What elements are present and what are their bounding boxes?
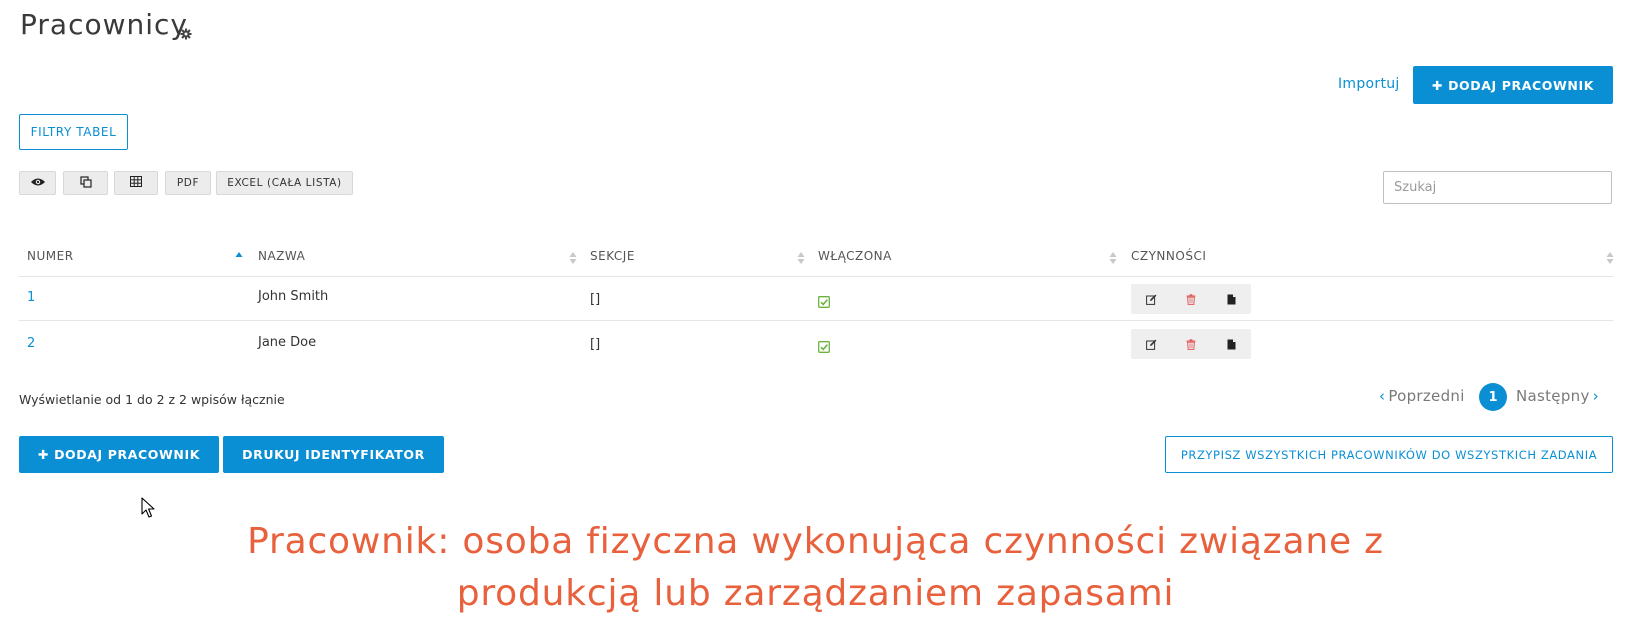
edit-icon (1145, 290, 1157, 309)
delete-button[interactable] (1171, 329, 1211, 359)
sort-icon[interactable] (569, 250, 577, 264)
chevron-right-icon: › (1592, 387, 1599, 405)
table-filters-button[interactable]: FILTRY TABEL (19, 114, 128, 150)
document-icon (1227, 335, 1236, 354)
employee-name: John Smith (258, 289, 329, 304)
search-input[interactable] (1383, 171, 1612, 204)
employee-number-link[interactable]: 1 (27, 290, 35, 305)
employee-sections: [] (590, 337, 601, 352)
chevron-left-icon: ‹ (1379, 387, 1386, 405)
pagination-page-current[interactable]: 1 (1479, 383, 1507, 411)
pagination-next-label: Następny (1516, 387, 1590, 405)
add-employee-button[interactable]: ✚ DODAJ PRACOWNIK (1413, 66, 1613, 104)
employee-number-link[interactable]: 2 (27, 336, 35, 351)
pagination-previous-label: Poprzedni (1388, 387, 1465, 405)
sort-asc-icon[interactable] (235, 250, 243, 264)
eye-icon (30, 177, 46, 190)
print-id-button[interactable]: DRUKUJ IDENTYFIKATOR (223, 436, 444, 473)
gear-icon[interactable] (180, 25, 192, 40)
column-header-number[interactable]: NUMER (27, 249, 74, 263)
column-header-enabled[interactable]: WŁĄCZONA (818, 249, 892, 263)
caption-line-2: produkcją lub zarządzaniem zapasami (456, 573, 1175, 614)
column-header-name[interactable]: NAZWA (258, 249, 305, 263)
excel-button[interactable]: EXCEL (CAŁA LISTA) (216, 171, 353, 195)
pagination-previous[interactable]: ‹ Poprzedni (1379, 387, 1465, 405)
sort-icon[interactable] (1606, 250, 1614, 264)
employee-sections: [] (590, 292, 601, 307)
sort-icon[interactable] (797, 250, 805, 264)
header-divider (19, 276, 1613, 277)
pagination-next[interactable]: Następny › (1516, 387, 1599, 405)
edit-button[interactable] (1131, 329, 1171, 359)
table-info: Wyświetlanie od 1 do 2 z 2 wpisów łączni… (19, 392, 285, 407)
delete-button[interactable] (1171, 284, 1211, 314)
pdf-button[interactable]: PDF (165, 171, 211, 195)
caption-line-1: Pracownik: osoba fizyczna wykonująca czy… (247, 521, 1384, 562)
document-button[interactable] (1211, 284, 1251, 314)
row-divider (19, 320, 1613, 321)
employee-name: Jane Doe (258, 335, 317, 350)
enabled-check-icon (818, 338, 830, 357)
copy-icon (79, 175, 92, 191)
column-header-actions[interactable]: CZYNNOŚCI (1131, 249, 1206, 263)
table-icon (130, 176, 142, 190)
document-icon (1227, 290, 1236, 309)
column-visibility-button[interactable] (19, 171, 56, 195)
edit-icon (1145, 335, 1157, 354)
add-employee-bottom-button[interactable]: ✚ DODAJ PRACOWNIK (19, 436, 219, 473)
enabled-check-icon (818, 293, 830, 312)
import-link[interactable]: Importuj (1338, 76, 1400, 92)
csv-button[interactable] (114, 171, 158, 195)
row-actions (1131, 329, 1251, 359)
plus-icon: ✚ (1432, 77, 1444, 93)
caption: Pracownik: osoba fizyczna wykonująca czy… (0, 516, 1631, 620)
assign-all-employees-button[interactable]: PRZYPISZ WSZYSTKICH PRACOWNIKÓW DO WSZYS… (1165, 436, 1613, 473)
sort-icon[interactable] (1109, 250, 1117, 264)
mouse-cursor-icon (141, 497, 155, 519)
row-actions (1131, 284, 1251, 314)
add-employee-label: DODAJ PRACOWNIK (1448, 77, 1594, 93)
copy-button[interactable] (63, 171, 108, 195)
edit-button[interactable] (1131, 284, 1171, 314)
plus-icon: ✚ (38, 447, 50, 462)
add-employee-bottom-label: DODAJ PRACOWNIK (54, 447, 200, 462)
trash-icon (1186, 290, 1196, 309)
trash-icon (1186, 335, 1196, 354)
page-title: Pracownicy (20, 8, 188, 41)
column-header-sections[interactable]: SEKCJE (590, 249, 635, 263)
document-button[interactable] (1211, 329, 1251, 359)
